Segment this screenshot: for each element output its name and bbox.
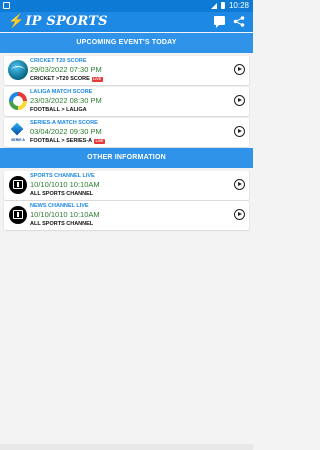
event-category-label: FOOTBALL > LALIGA	[30, 107, 87, 113]
event-category: CRICKET >T20 SCORE LIVE	[30, 76, 103, 82]
event-title: LALIGA MATCH SCORE	[30, 89, 93, 95]
bottom-strip	[0, 444, 253, 450]
channel-card-news[interactable]: NEWS CHANNEL LIVE 10/10/1010 10:10AM ALL…	[4, 201, 249, 230]
channel-title: NEWS CHANNEL LIVE	[30, 203, 89, 209]
event-category-label: FOOTBALL > SERIES-A	[30, 138, 93, 144]
upcoming-section-header: UPCOMING EVENT'S TODAY	[0, 33, 253, 53]
status-right: 10:28	[210, 1, 249, 10]
app-bar: ⚡IP SPORTS	[0, 12, 253, 32]
app-bar-actions	[214, 16, 245, 28]
event-category-label: CRICKET >T20 SCORE	[30, 76, 90, 82]
tv-icon	[7, 204, 29, 226]
event-category: FOOTBALL > LALIGA	[30, 107, 87, 113]
live-badge: LIVE	[94, 138, 105, 144]
other-section-header: OTHER INFORMATION	[0, 148, 253, 168]
channel-datetime: 10/10/1010 10:10AM	[30, 210, 100, 219]
seriea-logo-text: SERIE A	[11, 138, 25, 142]
event-title: SERIES-A MATCH SCORE	[30, 120, 98, 126]
cricket-ball-icon	[7, 59, 29, 81]
channel-category-label: ALL SPORTS CHANNEL	[30, 221, 94, 227]
status-bar: 10:28	[0, 0, 253, 12]
event-datetime: 29/03/2022 07:30 PM	[30, 65, 102, 74]
play-icon[interactable]	[234, 64, 245, 75]
play-icon[interactable]	[234, 209, 245, 220]
channel-category: ALL SPORTS CHANNEL	[30, 191, 93, 197]
event-card-cricket[interactable]: CRICKET T20 SCORE 29/03/2022 07:30 PM CR…	[4, 56, 249, 85]
event-card-seriea[interactable]: SERIE A SERIES-A MATCH SCORE 03/04/2022 …	[4, 118, 249, 147]
channel-category: ALL SPORTS CHANNEL	[30, 221, 93, 227]
play-icon[interactable]	[234, 126, 245, 137]
play-icon[interactable]	[234, 179, 245, 190]
seriea-icon: SERIE A	[7, 121, 29, 143]
play-icon[interactable]	[234, 95, 245, 106]
tv-icon	[7, 174, 29, 196]
notification-icon	[3, 2, 10, 9]
signal-icon	[210, 2, 217, 9]
share-icon[interactable]	[233, 16, 245, 27]
event-title: CRICKET T20 SCORE	[30, 58, 87, 64]
battery-icon	[220, 2, 225, 9]
channel-card-sports[interactable]: SPORTS CHANNEL LIVE 10/10/1010 10:10AM A…	[4, 171, 249, 200]
event-card-laliga[interactable]: LALIGA MATCH SCORE 23/03/2022 08:30 PM F…	[4, 87, 249, 116]
live-badge: LIVE	[91, 76, 103, 82]
channel-category-label: ALL SPORTS CHANNEL	[30, 191, 94, 197]
lightning-icon: ⚡	[8, 14, 25, 29]
app-title: IP SPORTS	[25, 14, 108, 29]
event-datetime: 03/04/2022 09:30 PM	[30, 127, 102, 136]
laliga-icon	[7, 90, 29, 112]
channel-title: SPORTS CHANNEL LIVE	[30, 173, 95, 179]
chat-icon[interactable]	[214, 16, 225, 28]
status-time: 10:28	[228, 1, 249, 10]
event-category: FOOTBALL > SERIES-A LIVE	[30, 138, 105, 144]
channel-datetime: 10/10/1010 10:10AM	[30, 180, 100, 189]
event-datetime: 23/03/2022 08:30 PM	[30, 96, 102, 105]
app-logo: ⚡IP SPORTS	[8, 14, 108, 29]
